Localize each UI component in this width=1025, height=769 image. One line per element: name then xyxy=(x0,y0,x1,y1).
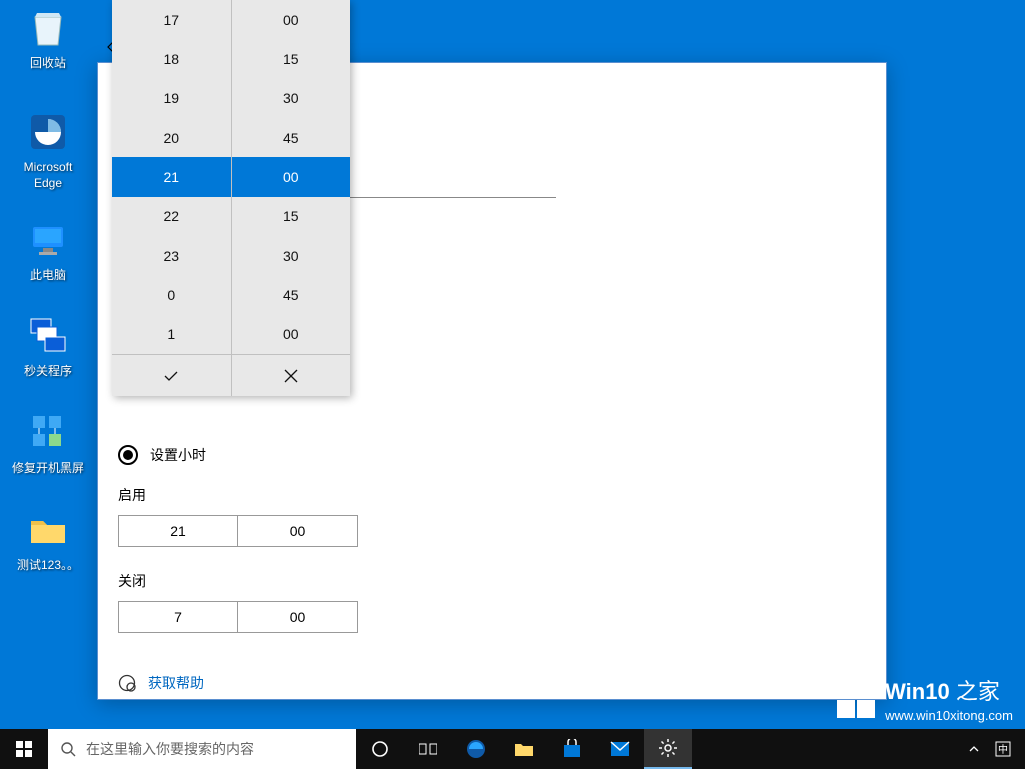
desktop-icon-close-programs[interactable]: 秒关程序 xyxy=(10,312,86,380)
picker-cancel-button[interactable] xyxy=(232,355,351,396)
enable-minute-box[interactable]: 00 xyxy=(238,515,358,547)
desktop-icon-edge[interactable]: Microsoft Edge xyxy=(10,108,86,191)
disable-time-input[interactable]: 7 00 xyxy=(118,601,866,633)
minute-option[interactable]: 00 xyxy=(232,315,351,354)
hour-option[interactable]: 17 xyxy=(112,0,231,39)
recycle-bin-icon xyxy=(24,4,72,52)
monitor-icon xyxy=(24,216,72,264)
tray-overflow[interactable] xyxy=(961,729,987,769)
help-icon xyxy=(118,674,136,692)
system-tray: 中 xyxy=(961,729,1025,769)
cortana-icon xyxy=(371,740,389,758)
picker-accept-button[interactable] xyxy=(112,355,232,396)
minute-option[interactable]: 15 xyxy=(232,39,351,78)
desktop-icon-label: Microsoft Edge xyxy=(10,160,86,191)
desktop-icon-test-folder[interactable]: 测试123。。 xyxy=(10,506,86,574)
minute-option[interactable]: 15 xyxy=(232,197,351,236)
mail-icon xyxy=(610,741,630,757)
minute-option[interactable]: 30 xyxy=(232,79,351,118)
help-text: 获取帮助 xyxy=(148,673,204,693)
taskbar-settings[interactable] xyxy=(644,729,692,769)
taskbar-cortana[interactable] xyxy=(356,729,404,769)
edge-icon xyxy=(465,738,487,760)
disable-label: 关闭 xyxy=(118,571,866,591)
minute-option-selected[interactable]: 00 xyxy=(232,157,351,196)
desktop-icon-label: 修复开机黑屏 xyxy=(10,461,86,477)
minute-option[interactable]: 45 xyxy=(232,118,351,157)
svg-text:中: 中 xyxy=(998,743,1008,756)
registry-icon xyxy=(24,409,72,457)
chevron-up-icon xyxy=(969,744,979,754)
taskbar-task-view[interactable] xyxy=(404,729,452,769)
hour-option[interactable]: 20 xyxy=(112,118,231,157)
watermark-brand: Win10 之家 xyxy=(885,674,1013,706)
hour-column[interactable]: 17 18 19 20 21 22 23 0 1 xyxy=(112,0,232,354)
watermark: Win10 之家 www.win10xitong.com xyxy=(837,674,1013,723)
close-icon xyxy=(284,369,298,383)
folder-icon xyxy=(514,741,534,757)
windows-start-icon xyxy=(16,741,32,757)
radio-circle xyxy=(118,445,138,465)
minute-option[interactable]: 30 xyxy=(232,236,351,275)
enable-hour-box[interactable]: 21 xyxy=(118,515,238,547)
hour-option[interactable]: 19 xyxy=(112,79,231,118)
hour-option[interactable]: 23 xyxy=(112,236,231,275)
taskbar-mail[interactable] xyxy=(596,729,644,769)
minute-option[interactable]: 45 xyxy=(232,275,351,314)
hour-option[interactable]: 1 xyxy=(112,315,231,354)
desktop-icon-recycle-bin[interactable]: 回收站 xyxy=(10,4,86,72)
hour-option[interactable]: 18 xyxy=(112,39,231,78)
minute-column[interactable]: 00 15 30 45 00 15 30 45 00 xyxy=(232,0,351,354)
search-placeholder: 在这里输入你要搜索的内容 xyxy=(86,739,254,759)
disable-minute-box[interactable]: 00 xyxy=(238,601,358,633)
desktop-icon-label: 此电脑 xyxy=(10,268,86,284)
hour-option[interactable]: 22 xyxy=(112,197,231,236)
hour-option-selected[interactable]: 21 xyxy=(112,157,231,196)
radio-label: 设置小时 xyxy=(150,445,206,465)
taskbar-store[interactable] xyxy=(548,729,596,769)
windows-logo-icon xyxy=(837,680,875,718)
ime-icon: 中 xyxy=(995,741,1011,757)
search-box[interactable]: 在这里输入你要搜索的内容 xyxy=(48,729,356,769)
desktop-icon-label: 回收站 xyxy=(10,56,86,72)
radio-set-hours[interactable]: 设置小时 xyxy=(118,445,866,465)
desktop-icon-label: 测试123。。 xyxy=(10,558,86,574)
desktop-icon-this-pc[interactable]: 此电脑 xyxy=(10,216,86,284)
check-icon xyxy=(163,368,179,384)
gear-icon xyxy=(659,739,677,757)
search-icon xyxy=(60,741,76,757)
taskbar-file-explorer[interactable] xyxy=(500,729,548,769)
enable-time-input[interactable]: 21 00 xyxy=(118,515,866,547)
watermark-url: www.win10xitong.com xyxy=(885,708,1013,723)
task-manager-icon xyxy=(24,312,72,360)
desktop-icon-fix-blackscreen[interactable]: 修复开机黑屏 xyxy=(10,409,86,477)
start-button[interactable] xyxy=(0,729,48,769)
taskbar-edge[interactable] xyxy=(452,729,500,769)
desktop-icon-label: 秒关程序 xyxy=(10,364,86,380)
minute-option[interactable]: 00 xyxy=(232,0,351,39)
folder-icon xyxy=(24,506,72,554)
task-view-icon xyxy=(419,742,437,756)
get-help-link[interactable]: 获取帮助 xyxy=(118,673,866,693)
time-picker-popup: 17 18 19 20 21 22 23 0 1 00 15 30 45 00 … xyxy=(112,0,350,396)
enable-label: 启用 xyxy=(118,485,866,505)
tray-ime[interactable]: 中 xyxy=(987,729,1019,769)
taskbar: 在这里输入你要搜索的内容 中 xyxy=(0,729,1025,769)
store-icon xyxy=(562,739,582,759)
hour-option[interactable]: 0 xyxy=(112,275,231,314)
disable-hour-box[interactable]: 7 xyxy=(118,601,238,633)
edge-icon xyxy=(24,108,72,156)
